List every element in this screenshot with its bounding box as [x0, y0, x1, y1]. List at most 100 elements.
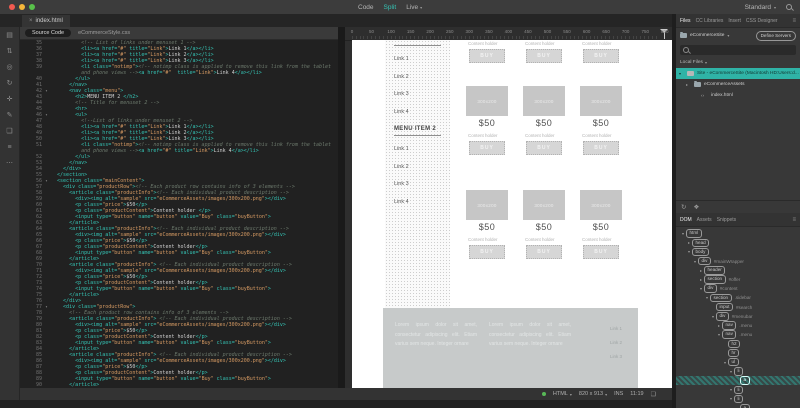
menu-link[interactable]: Link 2	[394, 74, 441, 80]
product-content-label: Content holder	[525, 237, 567, 242]
refresh-icon[interactable]: ↻	[7, 80, 13, 88]
find-icon[interactable]: ◎	[6, 64, 12, 72]
code-editor[interactable]: 35 <!-- List of links under menuset 1 --…	[20, 40, 338, 388]
dom-node-li[interactable]: ▾li	[676, 394, 800, 403]
dom-node-input[interactable]: input#search	[676, 303, 800, 312]
dom-node-header[interactable]: ▸header	[676, 266, 800, 275]
window-icon[interactable]: ❑	[651, 391, 656, 398]
dom-tag-pill: body	[692, 248, 709, 257]
window-size-selector[interactable]: 820 x 913 ▾	[579, 391, 607, 397]
dom-node-section[interactable]: ▸section#offer	[676, 275, 800, 284]
dom-node-h2[interactable]: h2	[676, 339, 800, 348]
buy-button[interactable]: BUY	[469, 245, 505, 259]
refresh-icon[interactable]: ↻	[681, 203, 686, 211]
dom-node-section[interactable]: ▾section.sidebar	[676, 293, 800, 302]
product-content-label: Content holder	[468, 133, 510, 138]
files-search-input[interactable]	[680, 45, 796, 55]
related-file-ecommercestyle-css[interactable]: eCommerceStyle.css	[78, 30, 130, 36]
dom-node-div[interactable]: ▾div#mainWrapper	[676, 257, 800, 266]
file-management-icon[interactable]: ⇅	[7, 48, 13, 56]
edit-icon[interactable]: ✎	[7, 112, 13, 120]
dom-node-li[interactable]: ▾li	[676, 367, 800, 376]
buy-button[interactable]: BUY	[526, 49, 562, 63]
common-toolbar: ▤ ⇅ ◎ ↻ ✛ ✎ ❑ ≡ ⋯	[0, 27, 20, 400]
site-selector[interactable]: eCommerceSite	[690, 33, 724, 38]
tree-expander-icon[interactable]: ▸	[686, 82, 691, 87]
buy-button[interactable]: BUY	[526, 141, 562, 155]
window-close-button[interactable]	[9, 4, 15, 10]
menu-link[interactable]: Link 3	[394, 91, 441, 97]
file-tree-item[interactable]: ▸eCommerceAssets	[676, 79, 800, 90]
preview-page[interactable]: Link 1Link 2Link 3Link 4MENU ITEM 2Link …	[352, 40, 672, 388]
panel-menu-icon[interactable]: ≡	[792, 217, 796, 223]
live-view: 0501001502002503003504004505005506006507…	[345, 27, 672, 388]
dom-node-div[interactable]: ▾div#menubar	[676, 312, 800, 321]
tab-index-html[interactable]: × index.html	[22, 15, 70, 27]
dom-node-hr[interactable]: hr	[676, 348, 800, 357]
panel-grid-icon[interactable]: ❖	[693, 203, 699, 211]
comment-icon[interactable]: ❑	[6, 128, 12, 136]
dom-node-nav[interactable]: ▸nav.menu	[676, 321, 800, 330]
close-icon[interactable]: ×	[29, 18, 33, 24]
tab-files[interactable]: Files	[680, 18, 691, 24]
buy-button[interactable]: BUY	[526, 245, 562, 259]
tree-expander-icon[interactable]: ▾	[679, 71, 684, 76]
menu-link[interactable]: Link 3	[394, 181, 441, 187]
footer-link[interactable]: Link 1	[610, 326, 622, 331]
ruler-tick-label: 100	[387, 29, 395, 34]
menu-link[interactable]: Link 1	[394, 56, 441, 62]
dom-node-html[interactable]: ▾html	[676, 229, 800, 238]
dom-node-li[interactable]: ▾li	[676, 385, 800, 394]
open-documents-icon[interactable]: ▤	[6, 32, 13, 40]
tab-assets[interactable]: Assets	[697, 217, 712, 223]
buy-button[interactable]: BUY	[583, 141, 619, 155]
dom-node-a[interactable]: a	[676, 404, 800, 408]
footer-link[interactable]: Link 2	[610, 340, 622, 345]
buy-button[interactable]: BUY	[583, 245, 619, 259]
dom-node-div[interactable]: ▾div#content	[676, 284, 800, 293]
split-divider[interactable]	[338, 27, 345, 400]
insert-icon[interactable]: ✛	[7, 96, 13, 104]
dom-node-a[interactable]: a	[676, 376, 800, 385]
buy-button[interactable]: BUY	[583, 49, 619, 63]
view-mode-split[interactable]: Split	[384, 4, 397, 11]
product-price: $50	[580, 222, 622, 232]
local-files-header[interactable]: Local Files ▾	[676, 58, 800, 68]
search-icon[interactable]	[786, 4, 792, 10]
footer-link[interactable]: Link 3	[610, 354, 622, 359]
product-image-placeholder: 300x200	[523, 86, 565, 116]
tab-insert[interactable]: Insert	[728, 18, 741, 24]
related-file-source-code[interactable]: Source Code	[25, 29, 71, 37]
buy-button[interactable]: BUY	[469, 49, 505, 63]
menu-link[interactable]: Link 1	[394, 146, 441, 152]
file-tree-item[interactable]: ▾Site - eCommerceSite (Macintosh HD:User…	[676, 68, 800, 79]
dom-tag-pill: section	[704, 275, 726, 284]
format-source-icon[interactable]: ≡	[7, 144, 11, 152]
dom-node-nav[interactable]: ▾nav.menu	[676, 330, 800, 339]
tab-cc-libraries[interactable]: CC Libraries	[696, 18, 724, 24]
tab-snippets[interactable]: Snippets	[717, 217, 736, 223]
tab-css-designer[interactable]: CSS Designer	[746, 18, 778, 24]
define-servers-button[interactable]: Define Servers	[756, 31, 796, 41]
window-minimize-button[interactable]	[19, 4, 25, 10]
workspace-switcher[interactable]: Standard ▾	[745, 0, 776, 14]
view-mode-live[interactable]: Live▾	[406, 4, 422, 11]
dom-node-body[interactable]: ▾body	[676, 247, 800, 256]
dom-node-ul[interactable]: ▾ul	[676, 358, 800, 367]
buy-button[interactable]: BUY	[469, 141, 505, 155]
window-zoom-button[interactable]	[29, 4, 35, 10]
chevron-down-icon: ▾	[570, 392, 572, 397]
chevron-down-icon: ▾	[420, 5, 422, 10]
view-mode-code[interactable]: Code	[358, 4, 374, 11]
tab-dom[interactable]: DOM	[680, 217, 692, 223]
dom-node-head[interactable]: ▸head	[676, 238, 800, 247]
menu-link[interactable]: Link 2	[394, 164, 441, 170]
product-content-label: Content holder	[525, 41, 567, 46]
dom-tag-pill: div	[698, 257, 711, 266]
more-options-icon[interactable]: ⋯	[6, 160, 13, 168]
doctype-selector[interactable]: HTML ▾	[553, 391, 572, 397]
panel-menu-icon[interactable]: ≡	[792, 18, 796, 24]
menu-link[interactable]: Link 4	[394, 109, 441, 115]
file-tree-item[interactable]: ‹›index.html	[676, 90, 800, 101]
menu-link[interactable]: Link 4	[394, 199, 441, 205]
